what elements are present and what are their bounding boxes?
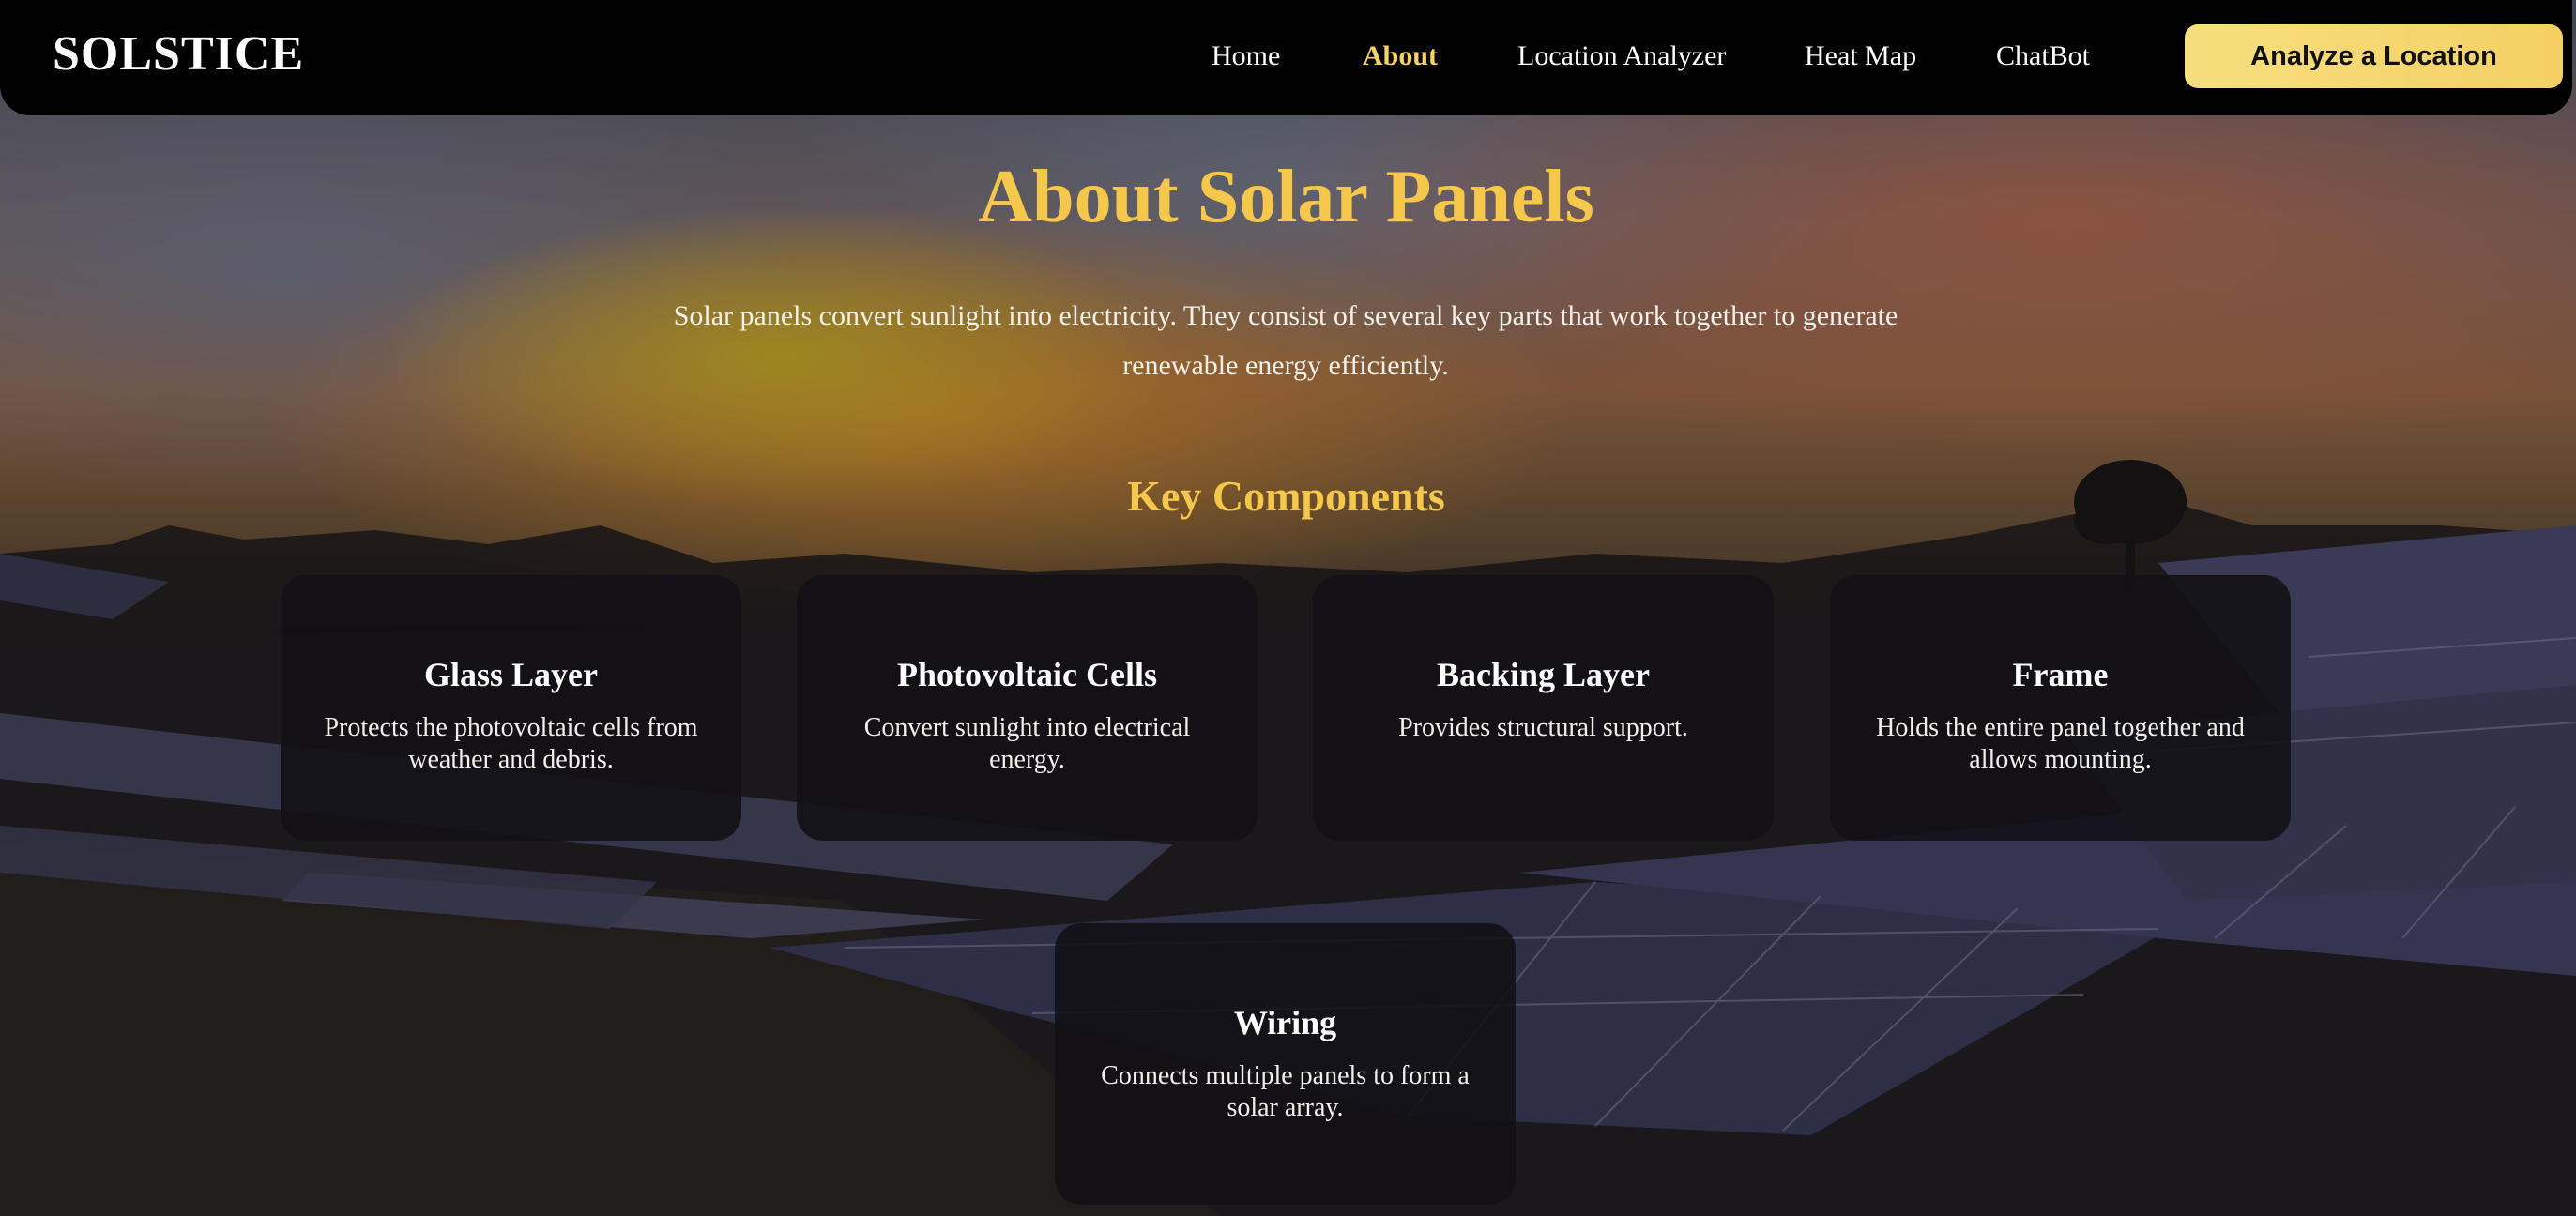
nav-link-heat-map[interactable]: Heat Map [1805, 38, 1916, 75]
component-card-backing-layer: Backing Layer Provides structural suppor… [1313, 575, 1774, 841]
component-card-title: Glass Layer [424, 656, 598, 693]
intro-paragraph: Solar panels convert sunlight into elect… [673, 300, 1898, 381]
component-card-title: Photovoltaic Cells [897, 656, 1157, 693]
component-card-frame: Frame Holds the entire panel together an… [1830, 575, 2291, 841]
page-title: About Solar Panels [978, 156, 1594, 238]
nav-link-location-analyzer[interactable]: Location Analyzer [1517, 38, 1726, 75]
component-card-description: Connects multiple panels to form a solar… [1101, 1061, 1470, 1122]
component-card-photovoltaic-cells: Photovoltaic Cells Convert sunlight into… [797, 575, 1258, 841]
section-title: Key Components [1127, 472, 1445, 520]
component-card-title: Frame [2012, 656, 2109, 693]
component-card-description: Provides structural support. [1398, 713, 1688, 742]
analyze-location-button[interactable]: Analyze a Location [2185, 24, 2563, 88]
navbar: SOLSTICE Home About Location Analyzer He… [0, 0, 2572, 115]
component-card-description: Convert sunlight into electrical energy. [863, 713, 1191, 774]
nav-link-home[interactable]: Home [1212, 38, 1280, 75]
component-card-description: Holds the entire panel together and allo… [1876, 713, 2245, 774]
brand-logo[interactable]: SOLSTICE [53, 24, 304, 84]
nav-link-about[interactable]: About [1363, 38, 1438, 75]
component-card-wiring: Wiring Connects multiple panels to form … [1055, 923, 1516, 1205]
component-card-title: Wiring [1233, 1004, 1337, 1041]
component-card-title: Backing Layer [1436, 656, 1650, 693]
nav-link-chatbot[interactable]: ChatBot [1996, 38, 2090, 75]
component-card-description: Protects the photovoltaic cells from wea… [324, 713, 698, 774]
component-card-glass-layer: Glass Layer Protects the photovoltaic ce… [281, 575, 741, 841]
